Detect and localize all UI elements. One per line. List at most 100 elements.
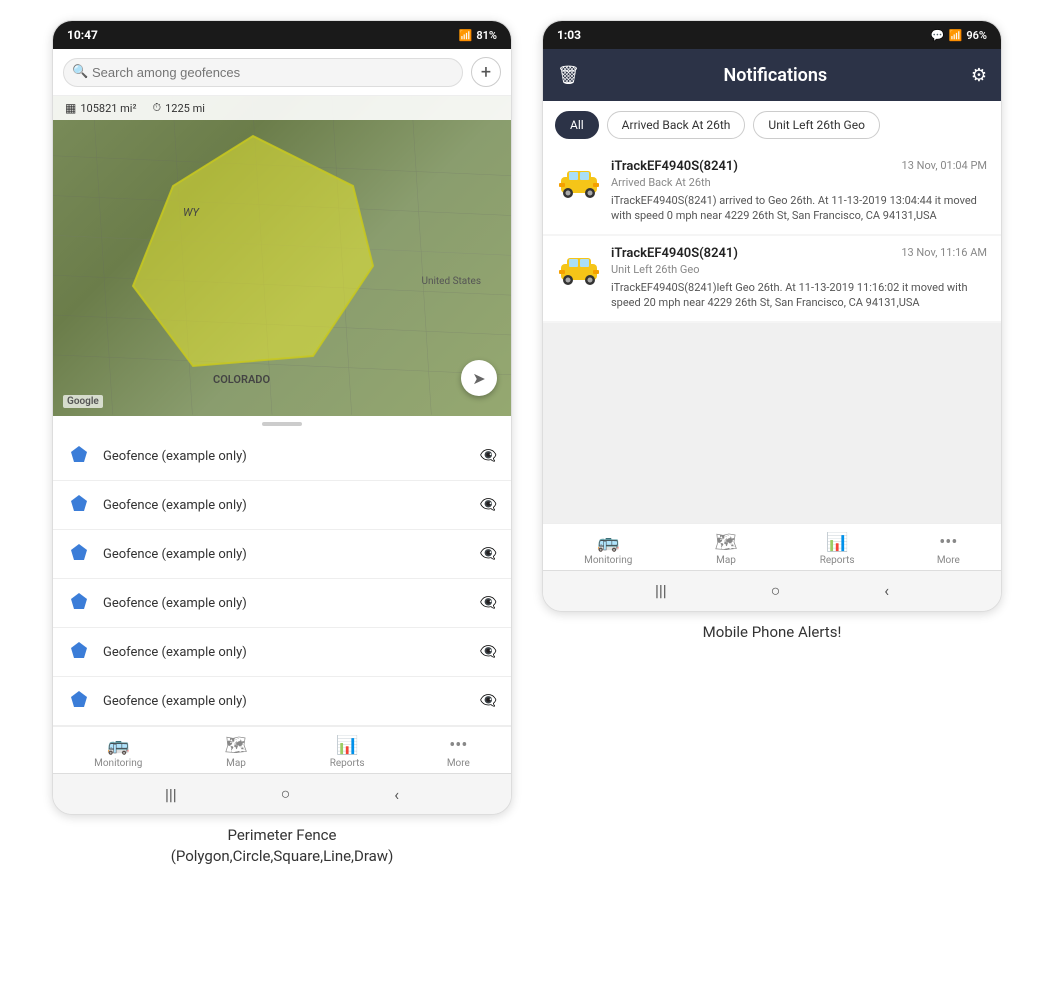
notification-card[interactable]: iTrackEF4940S(8241) 13 Nov, 01:04 PM Arr… <box>543 149 1001 234</box>
scroll-bar <box>53 416 511 432</box>
geofence-icon <box>67 591 91 615</box>
device-name-2: iTrackEF4940S(8241) <box>611 246 738 261</box>
left-caption: Perimeter Fence(Polygon,Circle,Square,Li… <box>171 825 394 867</box>
list-item[interactable]: Geofence (example only) 👁‍🗨 <box>53 432 511 481</box>
notif-card-header: iTrackEF4940S(8241) 13 Nov, 01:04 PM Arr… <box>557 159 987 224</box>
car-icon-2 <box>557 250 601 286</box>
eye-icon[interactable]: 👁‍🗨 <box>480 595 497 611</box>
geofence-name: Geofence (example only) <box>103 645 468 660</box>
area-icon: ▦ <box>65 101 76 115</box>
right-status-icons: 💬 📶 96% <box>931 29 987 42</box>
right-time: 1:03 <box>557 28 581 42</box>
nav-monitoring[interactable]: 🚌 Monitoring <box>94 735 142 769</box>
filter-tab-arrived[interactable]: Arrived Back At 26th <box>607 111 746 139</box>
list-item[interactable]: Geofence (example only) 👁‍🗨 <box>53 677 511 726</box>
geofence-icon <box>67 542 91 566</box>
notif-body-2: iTrackEF4940S(8241)left Geo 26th. At 11-… <box>611 280 987 311</box>
wifi-icon: 📶 <box>459 29 473 42</box>
bottom-nav-right: 🚌 Monitoring 🗺 Map 📊 Reports ••• More <box>543 523 1001 570</box>
nav-reports[interactable]: 📊 Reports <box>330 735 365 769</box>
area-stat: ▦ 105821 mi² <box>65 101 137 115</box>
battery-right: 96% <box>966 29 987 42</box>
nav-more[interactable]: ••• More <box>447 735 470 769</box>
filter-tab-all[interactable]: All <box>555 111 599 139</box>
notification-card[interactable]: iTrackEF4940S(8241) 13 Nov, 11:16 AM Uni… <box>543 236 1001 321</box>
geofence-name: Geofence (example only) <box>103 596 468 611</box>
notif-info-1: iTrackEF4940S(8241) 13 Nov, 01:04 PM Arr… <box>611 159 987 224</box>
notifications-list: iTrackEF4940S(8241) 13 Nov, 01:04 PM Arr… <box>543 149 1001 523</box>
gear-icon[interactable]: ⚙ <box>971 65 987 86</box>
monitoring-icon: 🚌 <box>107 735 129 756</box>
nav-more-right[interactable]: ••• More <box>937 532 960 566</box>
android-menu-icon-right[interactable]: ||| <box>655 581 667 600</box>
filter-tabs: All Arrived Back At 26th Unit Left 26th … <box>543 101 1001 149</box>
android-home-icon[interactable]: ○ <box>281 784 291 804</box>
eye-icon[interactable]: 👁‍🗨 <box>480 644 497 660</box>
more-label-right: More <box>937 555 960 566</box>
geofence-icon <box>67 493 91 517</box>
monitoring-label: Monitoring <box>94 758 142 769</box>
list-item[interactable]: Geofence (example only) 👁‍🗨 <box>53 579 511 628</box>
notifications-header: 🗑 Notifications ⚙ <box>543 49 1001 101</box>
list-item[interactable]: Geofence (example only) 👁‍🗨 <box>53 481 511 530</box>
map-icon: 🗺 <box>225 735 248 756</box>
right-caption: Mobile Phone Alerts! <box>703 622 842 643</box>
more-icon: ••• <box>449 735 467 756</box>
filter-tab-left[interactable]: Unit Left 26th Geo <box>753 111 880 139</box>
trash-icon[interactable]: 🗑 <box>557 65 580 86</box>
android-nav-left: ||| ○ ‹ <box>53 773 511 814</box>
map-label-right: Map <box>716 555 736 566</box>
android-back-icon-right[interactable]: ‹ <box>884 581 889 600</box>
notif-time-2: 13 Nov, 11:16 AM <box>901 246 987 259</box>
nav-map[interactable]: 🗺 Map <box>225 735 248 769</box>
notifications-title: Notifications <box>590 65 961 86</box>
more-label: More <box>447 758 470 769</box>
eye-icon[interactable]: 👁‍🗨 <box>480 546 497 562</box>
search-input[interactable] <box>63 58 463 87</box>
eye-icon[interactable]: 👁‍🗨 <box>480 693 497 709</box>
map-area: WY COLORADO United States Google ➤ ▦ 105… <box>53 96 511 416</box>
search-wrapper[interactable]: 🔍 <box>63 58 463 87</box>
nav-map-right[interactable]: 🗺 Map <box>715 532 738 566</box>
geofence-icon <box>67 444 91 468</box>
right-phone: 1:03 💬 📶 96% 🗑 Notifications ⚙ All Arriv… <box>542 20 1002 612</box>
geofence-polygon-svg <box>113 126 393 376</box>
notif-body-1: iTrackEF4940S(8241) arrived to Geo 26th.… <box>611 193 987 224</box>
notif-top-row-1: iTrackEF4940S(8241) 13 Nov, 01:04 PM <box>611 159 987 174</box>
geofence-list: Geofence (example only) 👁‍🗨 Geofence (ex… <box>53 432 511 726</box>
search-bar: 🔍 + <box>53 49 511 96</box>
notif-card-header-2: iTrackEF4940S(8241) 13 Nov, 11:16 AM Uni… <box>557 246 987 311</box>
geofence-icon <box>67 640 91 664</box>
search-icon: 🔍 <box>72 65 88 80</box>
distance-stat: ⏱ 1225 mi <box>153 101 205 115</box>
list-item[interactable]: Geofence (example only) 👁‍🗨 <box>53 628 511 677</box>
android-nav-right: ||| ○ ‹ <box>543 570 1001 611</box>
eye-icon[interactable]: 👁‍🗨 <box>480 497 497 513</box>
geofence-name: Geofence (example only) <box>103 498 468 513</box>
chat-icon: 💬 <box>931 29 945 42</box>
notif-time-1: 13 Nov, 01:04 PM <box>902 159 987 172</box>
android-home-icon-right[interactable]: ○ <box>771 581 781 601</box>
geofence-name: Geofence (example only) <box>103 694 468 709</box>
add-geofence-button[interactable]: + <box>471 57 501 87</box>
notif-event-2: Unit Left 26th Geo <box>611 263 987 276</box>
list-item[interactable]: Geofence (example only) 👁‍🗨 <box>53 530 511 579</box>
eye-icon[interactable]: 👁‍🗨 <box>480 448 497 464</box>
android-back-icon[interactable]: ‹ <box>394 785 399 804</box>
nav-reports-right[interactable]: 📊 Reports <box>820 532 855 566</box>
google-logo: Google <box>63 395 103 408</box>
map-background: WY COLORADO United States Google ➤ <box>53 96 511 416</box>
geofence-name: Geofence (example only) <box>103 449 468 464</box>
map-label-wy: WY <box>183 206 199 219</box>
map-label: Map <box>226 758 246 769</box>
monitoring-label-right: Monitoring <box>584 555 632 566</box>
compass-button[interactable]: ➤ <box>461 360 497 396</box>
battery-left: 81% <box>476 29 497 42</box>
notif-event-1: Arrived Back At 26th <box>611 176 987 189</box>
android-menu-icon[interactable]: ||| <box>165 785 177 804</box>
notif-top-row-2: iTrackEF4940S(8241) 13 Nov, 11:16 AM <box>611 246 987 261</box>
bottom-nav-left: 🚌 Monitoring 🗺 Map 📊 Reports ••• More <box>53 726 511 773</box>
reports-label: Reports <box>330 758 365 769</box>
map-label-us: United States <box>421 276 481 287</box>
nav-monitoring-right[interactable]: 🚌 Monitoring <box>584 532 632 566</box>
